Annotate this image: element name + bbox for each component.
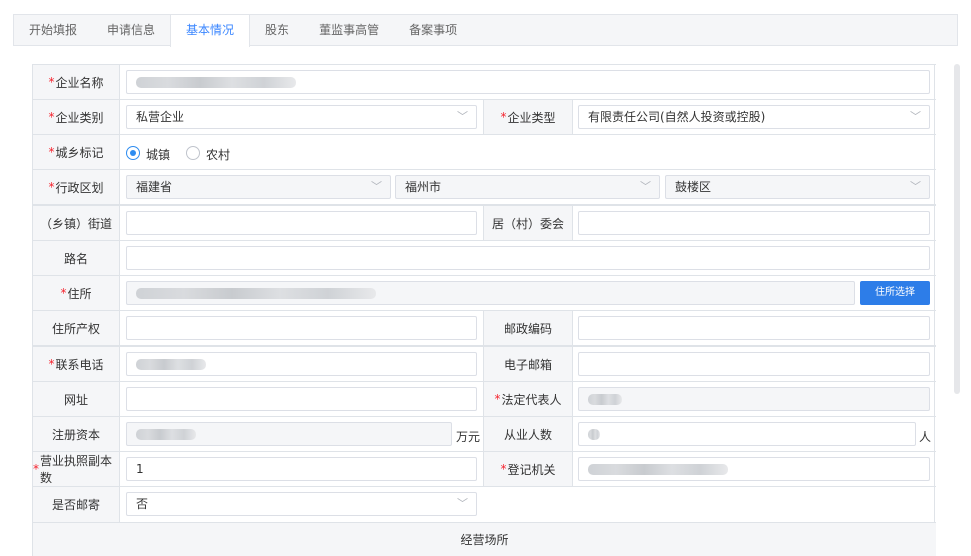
- row-admin-region: * 行政区划 福建省 ﹀ 福州市 ﹀ 鼓楼区 ﹀: [33, 169, 936, 204]
- property-right-input[interactable]: [126, 316, 477, 340]
- rural-radio[interactable]: [186, 146, 200, 160]
- scrollbar[interactable]: [954, 64, 960, 394]
- reg-capital-input[interactable]: [126, 422, 452, 446]
- employees-unit: 人: [919, 430, 932, 444]
- row-address: * 住所 住所选择: [33, 275, 936, 310]
- chevron-down-icon: ﹀: [640, 180, 651, 193]
- address-select-button[interactable]: 住所选择: [860, 281, 930, 305]
- row-company-name: * 企业名称: [33, 64, 936, 99]
- tab-bar: 开始填报 申请信息 基本情况 股东 董监事高管 备案事项: [13, 14, 958, 47]
- chevron-down-icon: ﹀: [910, 110, 921, 123]
- mail-flag-label: 是否邮寄: [33, 487, 120, 522]
- license-copies-label: * 营业执照副本数: [33, 452, 120, 486]
- employees-label: 从业人数: [483, 417, 573, 451]
- rural-radio-label: 农村: [206, 148, 231, 162]
- reg-authority-input[interactable]: [578, 457, 930, 481]
- row-street: （乡镇）街道 居（村）委会: [33, 204, 936, 240]
- email-input[interactable]: [578, 352, 930, 376]
- chevron-down-icon: ﹀: [371, 180, 382, 193]
- reg-capital-label: 注册资本: [33, 417, 120, 451]
- district-select[interactable]: 鼓楼区 ﹀: [665, 175, 930, 199]
- row-phone: * 联系电话 电子邮箱: [33, 345, 936, 381]
- phone-input[interactable]: [126, 352, 477, 376]
- company-category-label: * 企业类别: [33, 100, 120, 134]
- employees-input[interactable]: [578, 422, 916, 446]
- urban-rural-label: * 城乡标记: [33, 135, 120, 169]
- legal-rep-input[interactable]: [578, 387, 930, 411]
- chevron-down-icon: ﹀: [457, 497, 468, 510]
- tab-start[interactable]: 开始填报: [14, 15, 92, 46]
- tab-basic-info[interactable]: 基本情况: [170, 15, 251, 47]
- row-capital: 注册资本 万元 从业人数 人: [33, 416, 936, 451]
- company-category-select[interactable]: 私营企业 ﹀: [126, 105, 477, 129]
- mail-flag-select[interactable]: 否 ﹀: [126, 492, 477, 516]
- postcode-input[interactable]: [578, 316, 930, 340]
- email-label: 电子邮箱: [483, 347, 573, 381]
- legal-rep-label: * 法定代表人: [483, 382, 573, 416]
- company-type-select[interactable]: 有限责任公司(自然人投资或控股) ﹀: [578, 105, 930, 129]
- reg-authority-label: * 登记机关: [483, 452, 573, 486]
- committee-input[interactable]: [578, 211, 930, 235]
- tab-shareholders[interactable]: 股东: [250, 15, 304, 46]
- address-label: * 住所: [33, 276, 120, 310]
- row-mail: 是否邮寄 否 ﹀: [33, 486, 936, 522]
- reg-capital-unit: 万元: [456, 430, 481, 444]
- website-label: 网址: [33, 382, 120, 416]
- property-right-label: 住所产权: [33, 311, 120, 345]
- admin-region-label: * 行政区划: [33, 170, 120, 204]
- tab-application-info[interactable]: 申请信息: [92, 15, 170, 46]
- row-property: 住所产权 邮政编码: [33, 310, 936, 345]
- city-select[interactable]: 福州市 ﹀: [395, 175, 660, 199]
- row-license: * 营业执照副本数 1 * 登记机关: [33, 451, 936, 486]
- row-website: 网址 * 法定代表人: [33, 381, 936, 416]
- street-label: （乡镇）街道: [33, 206, 120, 240]
- phone-label: * 联系电话: [33, 347, 120, 381]
- company-type-label: * 企业类型: [483, 100, 573, 134]
- province-select[interactable]: 福建省 ﹀: [126, 175, 391, 199]
- license-copies-input[interactable]: 1: [126, 457, 477, 481]
- committee-label: 居（村）委会: [483, 206, 573, 240]
- business-premises-section: 经营场所: [33, 522, 936, 556]
- urban-radio[interactable]: [126, 146, 140, 160]
- chevron-down-icon: ﹀: [910, 180, 921, 193]
- urban-radio-label: 城镇: [146, 148, 171, 162]
- road-input[interactable]: [126, 246, 930, 270]
- basic-info-form: * 企业名称 * 企业类别 私营企业 ﹀ * 企业类型 有限责任公司(自然人投资或控股)…: [32, 64, 936, 556]
- row-urban-rural: * 城乡标记 城镇 农村: [33, 134, 936, 169]
- row-road: 路名: [33, 240, 936, 275]
- company-name-label: * 企业名称: [33, 65, 120, 99]
- website-input[interactable]: [126, 387, 477, 411]
- tab-directors[interactable]: 董监事高管: [304, 15, 394, 46]
- street-input[interactable]: [126, 211, 477, 235]
- address-input[interactable]: [126, 281, 855, 305]
- road-label: 路名: [33, 241, 120, 275]
- row-company-category: * 企业类别 私营企业 ﹀ * 企业类型 有限责任公司(自然人投资或控股) ﹀: [33, 99, 936, 134]
- tab-filing-items[interactable]: 备案事项: [394, 15, 472, 46]
- postcode-label: 邮政编码: [483, 311, 573, 345]
- company-name-input[interactable]: [126, 70, 930, 94]
- chevron-down-icon: ﹀: [457, 110, 468, 123]
